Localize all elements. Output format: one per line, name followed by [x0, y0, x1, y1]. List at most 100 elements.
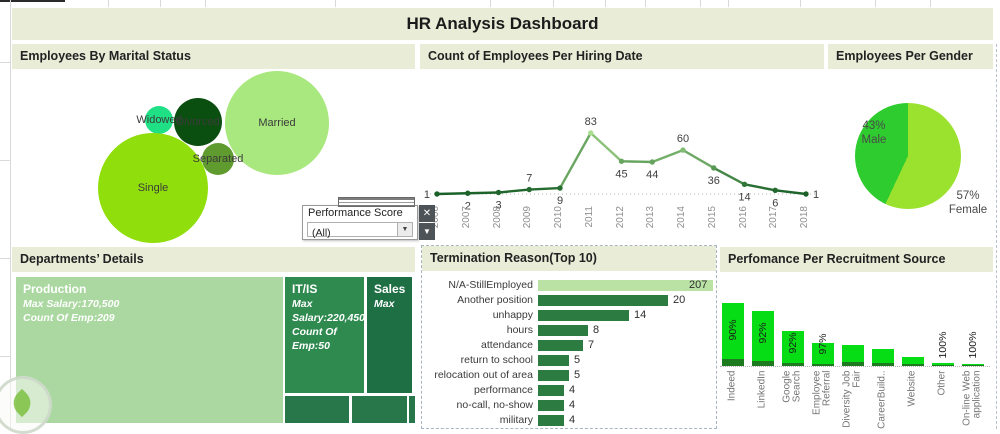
- panel-marital-header: Employees By Marital Status: [12, 44, 415, 69]
- point-value-label: 1: [424, 189, 430, 201]
- table-row: unhappy 14: [422, 308, 712, 323]
- line-chart: 1 2 3 7 9 83 45 44 60 36 14 6 1 2006 2007 2008 2009 2010 2…: [420, 69, 824, 244]
- filter-dropdown[interactable]: (All) ▼: [307, 222, 413, 239]
- treemap-chart: Production Max Salary:170,500 Count Of Emp…: [12, 272, 415, 429]
- pie-chart: 43% Male 57% Female: [828, 69, 993, 244]
- x-axis-category-label: Indeed: [726, 370, 738, 401]
- point-value-label: 7: [526, 173, 532, 185]
- termination-bar-mark[interactable]: [538, 400, 564, 411]
- termination-bar-mark[interactable]: [538, 310, 629, 321]
- x-axis-year-label: 2014: [676, 206, 687, 229]
- termination-bar-mark[interactable]: [538, 340, 583, 351]
- line-segment: [528, 186, 562, 191]
- filter-drag-handle-icon[interactable]: [338, 197, 415, 207]
- line-segment: [774, 189, 808, 196]
- termination-bar-mark[interactable]: [538, 295, 668, 306]
- termination-value-label: 14: [634, 309, 647, 321]
- termination-bar-mark[interactable]: [538, 355, 569, 366]
- termination-category-label: military: [499, 414, 533, 426]
- termination-value-label: 207: [689, 279, 708, 291]
- point-value-label: 60: [677, 133, 689, 145]
- line-point-mark[interactable]: [680, 147, 686, 153]
- recruitment-bar-mark[interactable]: [932, 363, 954, 366]
- line-point-mark[interactable]: [711, 165, 717, 171]
- treemap-cell[interactable]: [409, 396, 415, 423]
- termination-bar-mark[interactable]: [538, 415, 564, 426]
- treemap-cell-sales[interactable]: Sales Max: [367, 277, 412, 393]
- x-axis-category-label: Website: [906, 370, 918, 406]
- line-point-mark[interactable]: [526, 186, 532, 193]
- recruitment-bar-mark[interactable]: [902, 357, 924, 366]
- termination-category-label: hours: [506, 324, 533, 336]
- recruitment-bar-mark[interactable]: [962, 364, 984, 366]
- recruitment-pct-label: 90%: [727, 319, 739, 341]
- termination-category-label: performance: [474, 384, 533, 396]
- line-point-mark[interactable]: [649, 159, 655, 165]
- chevron-down-icon[interactable]: ▼: [397, 223, 412, 236]
- point-value-label: 83: [585, 116, 597, 128]
- panel-gender-header: Employees Per Gender: [828, 44, 993, 69]
- panel-recruitment-header: Perfomance Per Recruitment Source: [720, 247, 993, 272]
- panel-termination-header: Termination Reason(Top 10): [422, 246, 716, 271]
- termination-category-label: N/A-StillEmployed: [448, 279, 533, 291]
- x-axis-category-label: CareerBuild..: [876, 370, 888, 429]
- bubble-label: Single: [137, 182, 169, 194]
- line-point-mark[interactable]: [803, 191, 809, 197]
- line-point-mark[interactable]: [741, 181, 748, 188]
- line-point-mark[interactable]: [495, 189, 502, 196]
- selection-edge: [996, 44, 997, 429]
- recruitment-bar-base-segment: [902, 364, 924, 366]
- x-axis-category-label: Other: [936, 370, 948, 396]
- line-point-mark[interactable]: [434, 191, 440, 197]
- treemap-cell-text: Max: [292, 298, 313, 310]
- treemap-cell[interactable]: [352, 396, 407, 423]
- table-row: relocation out of area 5: [422, 368, 712, 383]
- dashboard: HR Analysis Dashboard Employees By Marit…: [0, 0, 1000, 434]
- line-point-mark[interactable]: [772, 187, 778, 193]
- termination-value-label: 20: [673, 294, 686, 306]
- treemap-cell-text: Max Salary:170,500: [23, 298, 120, 310]
- panel-gender: Employees Per Gender 43% Male 57% Female: [828, 44, 993, 244]
- filter-menu-arrow-icon[interactable]: ▼: [419, 223, 435, 240]
- line-segment: [558, 131, 592, 190]
- filter-selected-value: (All): [312, 227, 331, 239]
- termination-category-label: Another position: [457, 294, 533, 306]
- line-point-mark[interactable]: [465, 190, 471, 196]
- grid-line: [875, 0, 876, 7]
- x-axis-line: [720, 366, 990, 367]
- close-icon[interactable]: ✕: [419, 205, 435, 222]
- grid-line: [108, 0, 109, 7]
- vbar-chart: 90% Indeed 92% LinkedIn 92% Google Search 97% E…: [720, 272, 993, 429]
- termination-value-label: 8: [593, 324, 600, 336]
- leaf-icon: [7, 388, 37, 418]
- panel-departments: Departments’ Details Production Max Salar…: [12, 247, 415, 429]
- treemap-cell-production[interactable]: Production Max Salary:170,500 Count Of Emp…: [16, 277, 283, 423]
- hbar-chart: N/A-StillEmployed 207 Another position 20 un…: [422, 271, 716, 428]
- grid-line: [605, 0, 606, 7]
- line-point-mark[interactable]: [618, 158, 625, 164]
- recruitment-pct-label: 92%: [787, 332, 799, 354]
- termination-bar-mark[interactable]: [538, 385, 564, 396]
- panel-recruitment: Perfomance Per Recruitment Source 90% Ind…: [720, 247, 993, 429]
- line-segment: [620, 160, 654, 164]
- table-row: hours 8: [422, 323, 712, 338]
- grid-line: [700, 0, 701, 7]
- recruitment-bar-mark[interactable]: [842, 345, 864, 366]
- termination-bar-mark[interactable]: [538, 280, 713, 291]
- table-row: no-call, no-show 4: [422, 398, 712, 413]
- treemap-cell-itis[interactable]: IT/IS Max Salary:220,450 Count Of Emp:50: [285, 277, 364, 393]
- x-axis-year-label: 2009: [522, 206, 534, 229]
- x-axis-category-label: Diversity Job Fair: [841, 370, 863, 428]
- recruitment-bar-mark[interactable]: [872, 349, 894, 366]
- termination-category-label: unhappy: [492, 309, 533, 321]
- line-point-mark[interactable]: [557, 185, 563, 191]
- recruitment-bar-base-segment: [842, 362, 864, 366]
- treemap-cell[interactable]: [285, 396, 349, 423]
- line-segment: [651, 148, 685, 164]
- grid-line: [160, 0, 161, 7]
- termination-bar-mark[interactable]: [538, 370, 569, 381]
- termination-bar-mark[interactable]: [538, 325, 588, 336]
- recruitment-pct-label: 97%: [817, 333, 829, 355]
- recruitment-bar-base-segment: [812, 364, 834, 366]
- line-point-mark[interactable]: [588, 130, 594, 136]
